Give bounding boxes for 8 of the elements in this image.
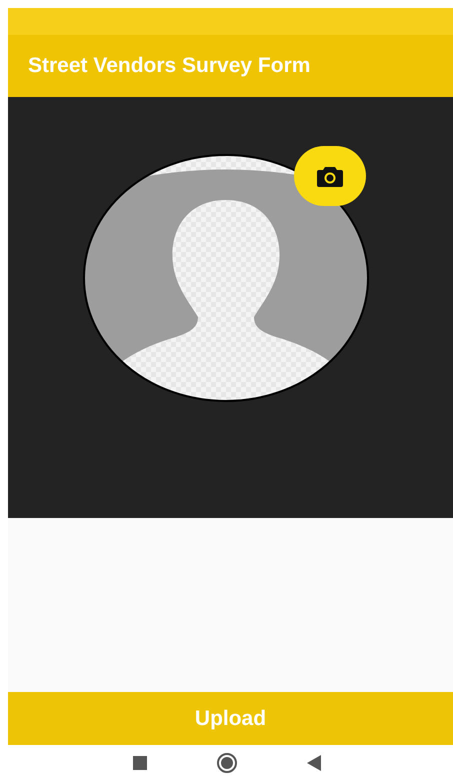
- camera-button[interactable]: [294, 146, 366, 206]
- upload-button[interactable]: Upload: [8, 692, 453, 745]
- app-title: Street Vendors Survey Form: [28, 53, 310, 80]
- avatar-placeholder[interactable]: [80, 152, 370, 404]
- home-icon[interactable]: [216, 752, 236, 772]
- recents-icon[interactable]: [132, 756, 146, 770]
- back-icon[interactable]: [306, 754, 320, 770]
- camera-icon: [316, 165, 342, 187]
